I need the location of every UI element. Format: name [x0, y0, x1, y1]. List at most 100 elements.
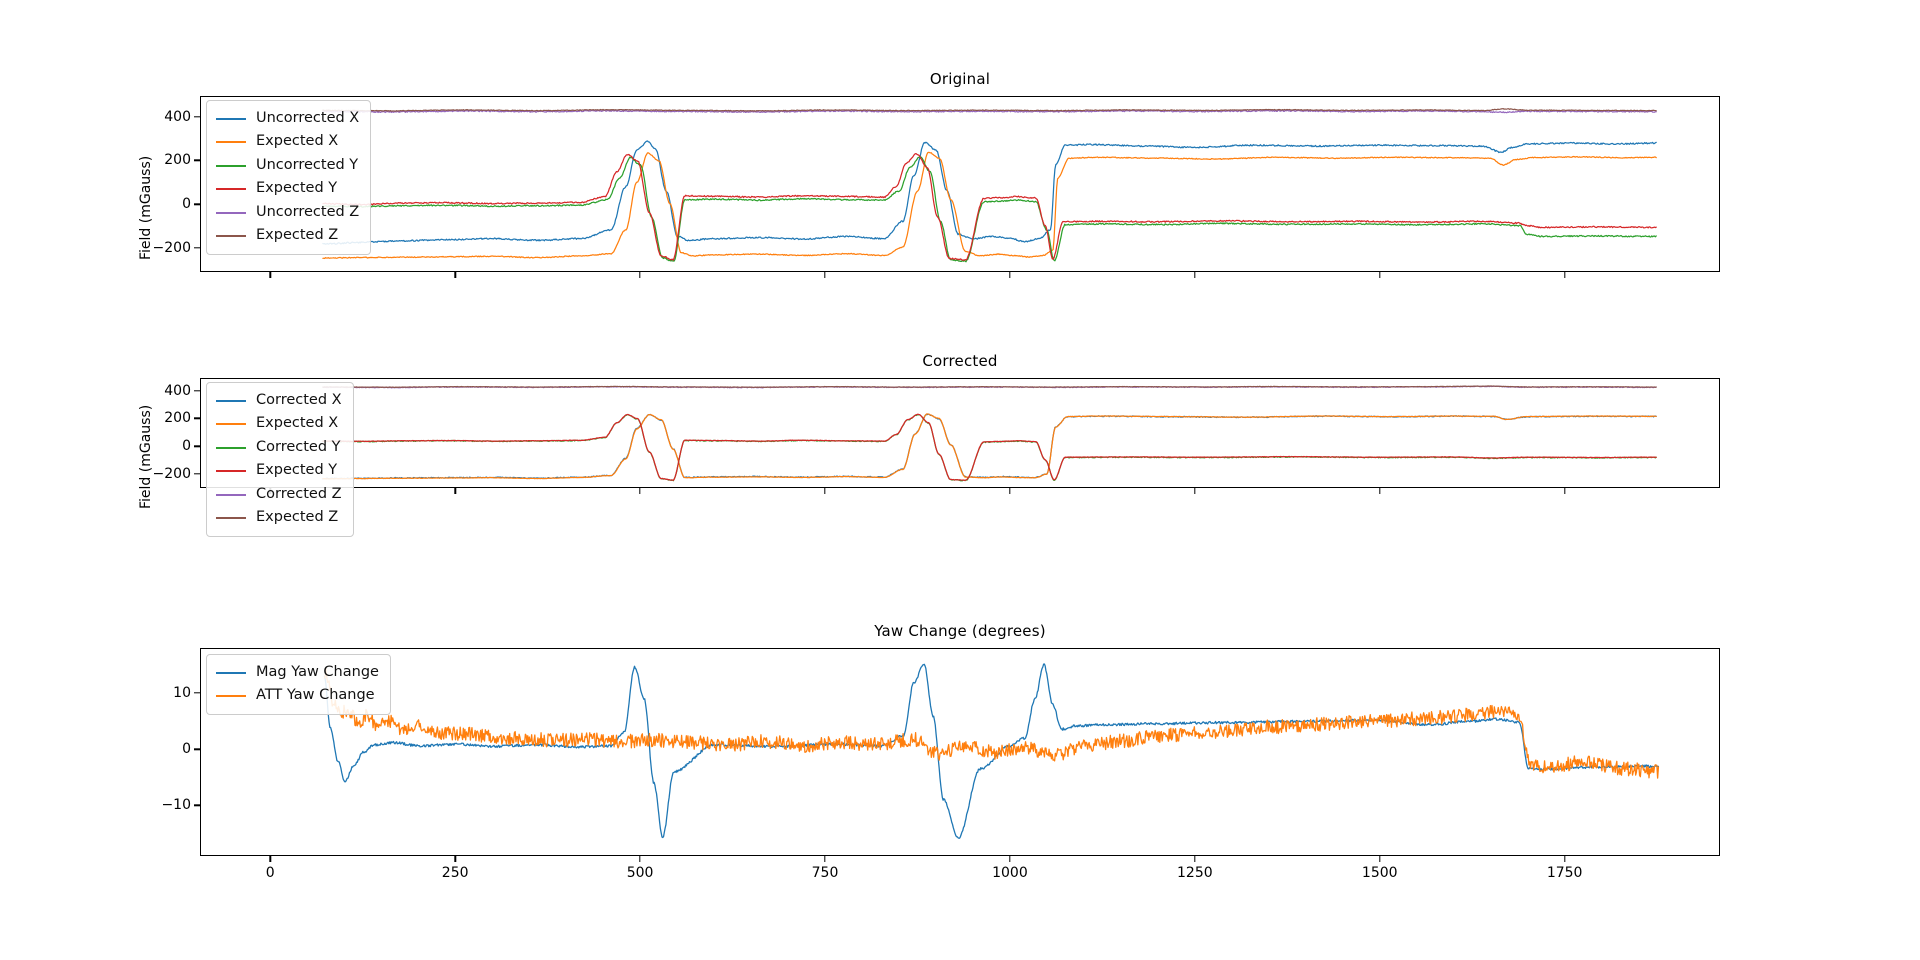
y-tick-label: −200 — [152, 239, 191, 256]
series-line — [322, 413, 1657, 480]
y-tick-mark — [194, 692, 200, 694]
legend-label: Corrected Y — [256, 438, 341, 455]
x-tick-mark — [1194, 488, 1196, 494]
legend-item[interactable]: Uncorrected Y — [216, 154, 359, 177]
x-tick-mark — [824, 272, 826, 278]
legend-label: Uncorrected Y — [256, 156, 359, 173]
series-line — [322, 413, 1657, 480]
legend-item[interactable]: Expected Z — [216, 506, 342, 529]
y-tick-mark — [194, 473, 200, 475]
legend-color-swatch — [216, 517, 246, 520]
x-tick-mark — [1379, 488, 1381, 494]
x-tick-label: 0 — [265, 865, 275, 881]
figure-canvas: Original Field (mGauss) −200 0 200 400 Unco… — [0, 0, 1920, 960]
panel-yaw: Yaw Change (degrees) −10 0 10 0 250 500 750 100… — [161, 622, 1720, 881]
legend-label: Uncorrected Z — [256, 203, 360, 220]
panel-yaw-title: Yaw Change (degrees) — [874, 622, 1046, 640]
x-tick-mark — [639, 272, 641, 278]
panel-corrected-legend: Corrected X Expected X Corrected Y Expected… — [206, 382, 354, 537]
x-tick-label: 750 — [811, 865, 839, 881]
panel-corrected-ylabel: Field (mGauss) — [138, 404, 154, 509]
legend-item[interactable]: Corrected Z — [216, 483, 342, 506]
y-tick-mark — [194, 159, 200, 162]
y-tick-mark — [194, 445, 200, 447]
x-tick-mark — [454, 488, 456, 494]
legend-label: Expected X — [256, 133, 339, 150]
x-tick-mark — [1379, 272, 1381, 278]
x-tick-mark — [1563, 488, 1566, 494]
legend-label: Expected Z — [256, 227, 339, 244]
x-tick-mark — [824, 488, 826, 494]
y-tick-mark — [194, 417, 200, 420]
series-line — [322, 140, 1657, 245]
legend-item[interactable]: Mag Yaw Change — [216, 661, 379, 684]
legend-color-swatch — [216, 235, 246, 238]
panel-original-series — [322, 107, 1657, 263]
y-tick-mark — [194, 804, 200, 807]
x-tick-mark — [1194, 272, 1196, 278]
legend-item[interactable]: Uncorrected Z — [216, 201, 359, 224]
x-tick-mark — [1009, 272, 1011, 278]
y-tick-label: −200 — [152, 466, 191, 483]
x-tick-label: 1500 — [1361, 865, 1398, 881]
x-tick-mark — [1563, 272, 1566, 278]
x-tick-mark — [1009, 488, 1011, 494]
legend-label: Uncorrected X — [256, 110, 360, 126]
panel-original: Original Field (mGauss) −200 0 200 400 Unco… — [138, 70, 1720, 278]
panel-corrected-title: Corrected — [922, 352, 998, 370]
x-tick-mark — [269, 272, 271, 278]
legend-color-swatch — [216, 211, 246, 214]
legend-label: Corrected X — [256, 392, 342, 408]
legend-label: Mag Yaw Change — [256, 664, 379, 680]
panel-corrected: Corrected Field (mGauss) −200 0 200 400 Cor… — [138, 352, 1720, 537]
legend-item[interactable]: Uncorrected X — [216, 107, 359, 130]
panel-corrected-axes — [200, 378, 1720, 488]
legend-label: ATT Yaw Change — [256, 687, 375, 704]
legend-item[interactable]: Expected Z — [216, 224, 359, 247]
series-line — [322, 413, 1657, 482]
legend-item[interactable]: Corrected X — [216, 389, 342, 412]
panel-original-axes — [200, 96, 1720, 272]
series-line — [322, 156, 1657, 263]
panel-yaw-axes — [200, 648, 1720, 856]
panel-yaw-legend: Mag Yaw Change ATT Yaw Change — [206, 654, 391, 715]
x-tick-label: 250 — [441, 865, 469, 881]
legend-color-swatch — [216, 164, 246, 167]
x-tick-label: 1250 — [1177, 865, 1213, 881]
x-tick-mark — [639, 488, 641, 494]
legend-label: Expected Y — [256, 462, 338, 479]
legend-item[interactable]: Expected Y — [216, 177, 359, 200]
legend-label: Expected Z — [256, 509, 339, 526]
legend-color-swatch — [216, 117, 246, 120]
y-tick-mark — [194, 203, 200, 205]
legend-item[interactable]: ATT Yaw Change — [216, 684, 379, 707]
series-line — [322, 153, 1657, 261]
panel-original-legend: Uncorrected X Expected X Uncorrected Y Expe… — [206, 100, 372, 255]
legend-color-swatch — [216, 671, 246, 674]
legend-label: Expected X — [256, 415, 339, 432]
legend-color-swatch — [216, 470, 246, 473]
panel-original-title: Original — [929, 70, 991, 88]
legend-item[interactable]: Expected Y — [216, 459, 342, 482]
series-line — [322, 385, 1657, 389]
legend-item[interactable]: Corrected Y — [216, 436, 342, 459]
legend-color-swatch — [216, 399, 246, 402]
series-line — [322, 107, 1657, 112]
legend-color-swatch — [216, 423, 246, 426]
x-tick-label: 500 — [626, 865, 654, 881]
y-tick-mark — [194, 116, 200, 118]
y-tick-mark — [194, 247, 200, 249]
panel-yaw-series — [323, 663, 1660, 839]
legend-label: Expected Y — [256, 180, 338, 197]
legend-item[interactable]: Expected X — [216, 412, 342, 435]
x-tick-label: 1750 — [1546, 865, 1583, 881]
series-line — [322, 413, 1657, 481]
legend-item[interactable]: Expected X — [216, 130, 359, 153]
y-tick-mark — [194, 748, 200, 750]
panel-corrected-series — [322, 385, 1657, 482]
legend-color-swatch — [216, 141, 246, 144]
legend-color-swatch — [216, 188, 246, 191]
legend-label: Corrected Z — [256, 485, 342, 502]
x-tick-mark — [454, 272, 456, 278]
legend-color-swatch — [216, 493, 246, 496]
